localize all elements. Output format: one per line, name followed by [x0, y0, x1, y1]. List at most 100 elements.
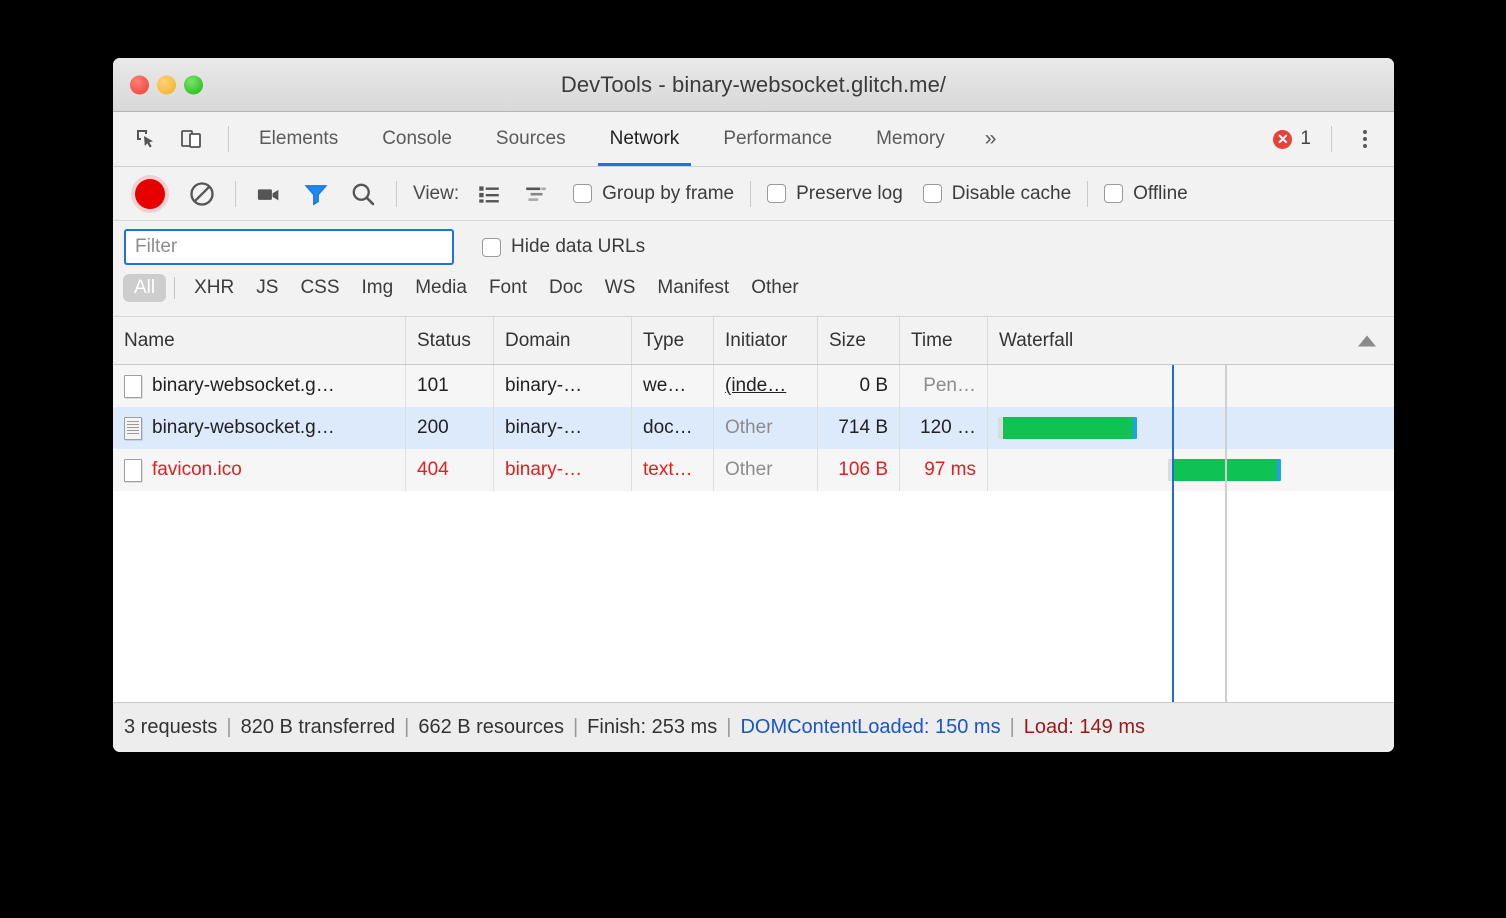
column-header-time[interactable]: Time	[900, 317, 988, 364]
more-tabs-button[interactable]: »	[967, 112, 1013, 166]
disable-cache-checkbox[interactable]: Disable cache	[923, 183, 1071, 205]
cell-name[interactable]: binary-websocket.g…	[113, 407, 406, 449]
blank-file-icon	[124, 459, 142, 482]
filter-chip-xhr[interactable]: XHR	[183, 274, 245, 302]
chip-divider	[174, 277, 175, 299]
filter-chip-font[interactable]: Font	[478, 274, 538, 302]
tabbar-divider	[228, 126, 229, 152]
maximize-window-button[interactable]	[184, 75, 203, 94]
tabbar-tool-icons	[129, 112, 220, 166]
filter-chip-js[interactable]: JS	[245, 274, 289, 302]
devtools-tabbar: Elements Console Sources Network Perform…	[113, 112, 1394, 167]
column-header-initiator[interactable]: Initiator	[714, 317, 818, 364]
cell-waterfall	[988, 407, 1394, 449]
column-header-type[interactable]: Type	[632, 317, 714, 364]
cell-name[interactable]: binary-websocket.g…	[113, 365, 406, 407]
cell-size: 106 B	[818, 449, 900, 491]
tab-memory[interactable]: Memory	[854, 112, 967, 166]
cell-name[interactable]: favicon.ico	[113, 449, 406, 491]
error-circle-x-icon: ✕	[1273, 130, 1292, 149]
status-separator: |	[573, 716, 578, 739]
close-window-button[interactable]	[130, 75, 149, 94]
table-row[interactable]: binary-websocket.g… 200 binary-… doc… Ot…	[113, 407, 1394, 449]
tabbar-right-divider	[1331, 126, 1332, 152]
network-toolbar: View: Group by frame	[113, 167, 1394, 221]
clear-icon[interactable]	[185, 177, 219, 211]
hide-data-urls-label: Hide data URLs	[511, 236, 645, 258]
filter-chip-css[interactable]: CSS	[289, 274, 350, 302]
tab-sources[interactable]: Sources	[474, 112, 588, 166]
cell-name-text: favicon.ico	[152, 459, 242, 481]
record-button[interactable]	[135, 179, 165, 209]
load-time: Load: 149 ms	[1024, 716, 1145, 739]
preserve-log-label: Preserve log	[796, 183, 903, 205]
error-count-badge[interactable]: ✕ 1	[1273, 128, 1323, 150]
status-separator: |	[404, 716, 409, 739]
preserve-log-box[interactable]	[767, 184, 786, 203]
cell-name-text: binary-websocket.g…	[152, 375, 335, 397]
cell-initiator[interactable]: (inde…	[714, 365, 818, 407]
cell-waterfall	[988, 365, 1394, 407]
filter-input[interactable]	[124, 229, 454, 265]
filter-chip-img[interactable]: Img	[351, 274, 405, 302]
disable-cache-label: Disable cache	[952, 183, 1071, 205]
column-header-status[interactable]: Status	[406, 317, 494, 364]
cell-size: 714 B	[818, 407, 900, 449]
tab-performance[interactable]: Performance	[701, 112, 854, 166]
devtools-window: DevTools - binary-websocket.glitch.me/ E…	[113, 58, 1394, 752]
kebab-menu-icon[interactable]	[1350, 124, 1380, 154]
filter-chip-ws[interactable]: WS	[594, 274, 647, 302]
search-magnifier-icon[interactable]	[346, 177, 380, 211]
column-header-waterfall[interactable]: Waterfall	[988, 317, 1394, 364]
hide-data-urls-checkbox[interactable]: Hide data URLs	[482, 236, 645, 258]
status-separator: |	[1010, 716, 1015, 739]
tab-network[interactable]: Network	[588, 112, 702, 166]
column-header-name[interactable]: Name	[113, 317, 406, 364]
column-header-size[interactable]: Size	[818, 317, 900, 364]
disable-cache-box[interactable]	[923, 184, 942, 203]
cell-initiator-link[interactable]: (inde…	[725, 375, 786, 397]
table-row[interactable]: binary-websocket.g… 101 binary-… we… (in…	[113, 365, 1394, 407]
filter-chip-other[interactable]: Other	[740, 274, 810, 302]
cell-time: Pen…	[900, 365, 988, 407]
waterfall-bar-body	[1003, 417, 1133, 439]
offline-box[interactable]	[1104, 184, 1123, 203]
waterfall-bar	[998, 417, 1137, 439]
tab-console[interactable]: Console	[360, 112, 474, 166]
column-header-domain[interactable]: Domain	[494, 317, 632, 364]
cell-time: 120 …	[900, 407, 988, 449]
group-by-frame-box[interactable]	[573, 184, 592, 203]
waterfall-bar	[1168, 459, 1281, 481]
tab-elements[interactable]: Elements	[237, 112, 360, 166]
filter-chip-media[interactable]: Media	[404, 274, 478, 302]
cell-domain: binary-…	[494, 407, 632, 449]
list-view-icon[interactable]	[472, 177, 506, 211]
resource-type-filters: All XHR JS CSS Img Media Font Doc WS Man…	[119, 265, 1394, 302]
window-titlebar: DevTools - binary-websocket.glitch.me/	[113, 58, 1394, 112]
camera-icon[interactable]	[252, 177, 286, 211]
group-by-frame-checkbox[interactable]: Group by frame	[573, 183, 734, 205]
cell-domain: binary-…	[494, 449, 632, 491]
column-header-waterfall-label: Waterfall	[999, 330, 1073, 352]
minimize-window-button[interactable]	[157, 75, 176, 94]
sort-ascending-icon	[1358, 335, 1376, 346]
transferred-size: 820 B transferred	[241, 716, 396, 739]
group-by-frame-label: Group by frame	[602, 183, 734, 205]
waterfall-view-icon[interactable]	[519, 177, 553, 211]
filter-chip-manifest[interactable]: Manifest	[646, 274, 740, 302]
waterfall-bar-body	[1173, 459, 1277, 481]
status-separator: |	[726, 716, 731, 739]
dom-content-loaded-time: DOMContentLoaded: 150 ms	[740, 716, 1000, 739]
blank-file-icon	[124, 375, 142, 398]
cell-status: 200	[406, 407, 494, 449]
inspect-element-icon[interactable]	[129, 122, 163, 156]
finish-time: Finish: 253 ms	[587, 716, 717, 739]
device-toolbar-icon[interactable]	[174, 122, 208, 156]
filter-chip-doc[interactable]: Doc	[538, 274, 594, 302]
filter-chip-all[interactable]: All	[123, 274, 166, 302]
offline-checkbox[interactable]: Offline	[1104, 183, 1188, 205]
table-row[interactable]: favicon.ico 404 binary-… text… Other 106…	[113, 449, 1394, 491]
filter-funnel-icon[interactable]	[299, 177, 333, 211]
preserve-log-checkbox[interactable]: Preserve log	[767, 183, 903, 205]
hide-data-urls-box[interactable]	[482, 238, 501, 257]
